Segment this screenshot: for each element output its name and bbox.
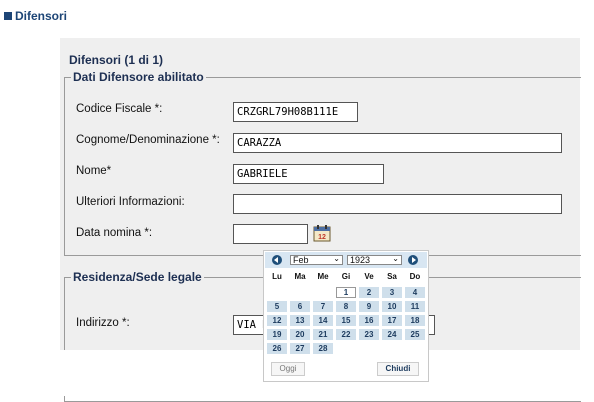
weekday-header: Lu	[272, 272, 282, 281]
calendar-icon-text: 12	[318, 234, 326, 241]
calendar-day[interactable]: 12	[267, 315, 287, 326]
calendar-day[interactable]: 10	[382, 301, 402, 312]
calendar-day[interactable]: 21	[313, 329, 333, 340]
weekday-header: Ma	[294, 272, 306, 281]
calendar-day[interactable]: 23	[359, 329, 379, 340]
tab-square-icon	[4, 12, 12, 20]
year-select-value: 1923	[350, 255, 371, 265]
calendar-day[interactable]: 8	[336, 301, 356, 312]
weekday-header: Sa	[387, 272, 397, 281]
today-button[interactable]: Oggi	[271, 362, 305, 376]
prev-month-icon[interactable]	[272, 255, 282, 265]
calendar-day[interactable]: 6	[290, 301, 310, 312]
chevron-down-icon: ⌄	[333, 254, 340, 263]
cognome-input[interactable]: CARAZZA	[233, 133, 562, 153]
ulteriori-input[interactable]	[233, 194, 562, 214]
indirizzo-label: Indirizzo *:	[76, 317, 130, 329]
chevron-down-icon: ⌄	[392, 254, 399, 263]
calendar-day[interactable]: 1	[336, 287, 356, 298]
next-month-icon[interactable]	[408, 255, 418, 265]
data-nomina-label: Data nomina *:	[76, 227, 153, 239]
calendar-icon[interactable]: 12	[313, 224, 331, 242]
close-button[interactable]: Chiudi	[377, 362, 419, 376]
calendar-day[interactable]: 22	[336, 329, 356, 340]
calendar-day[interactable]: 15	[336, 315, 356, 326]
month-select-value: Feb	[293, 255, 309, 265]
tab-difensori[interactable]: Difensori	[4, 9, 67, 23]
calendar-day[interactable]: 17	[382, 315, 402, 326]
calendar-day[interactable]: 20	[290, 329, 310, 340]
nome-input[interactable]: GABRIELE	[233, 164, 384, 184]
calendar-day[interactable]: 25	[405, 329, 425, 340]
month-select[interactable]: Feb ⌄	[290, 255, 343, 265]
calendar-day[interactable]: 13	[290, 315, 310, 326]
calendar-day[interactable]: 28	[313, 343, 333, 354]
date-picker-footer: Oggi Chiudi	[265, 358, 427, 380]
nome-label: Nome*	[76, 165, 112, 177]
date-picker-popup: Feb ⌄ 1923 ⌄ Lu Ma Me Gi Ve Sa Do 1 2 3 4 5 6 7 8 9 10 11 12…	[263, 250, 429, 382]
panel-title: Difensori (1 di 1)	[69, 53, 164, 67]
weekday-header: Gi	[341, 272, 351, 281]
cognome-label: Cognome/Denominazione *:	[76, 134, 220, 146]
calendar-day[interactable]: 11	[405, 301, 425, 312]
calendar-day[interactable]: 4	[405, 287, 425, 298]
calendar-day[interactable]: 26	[267, 343, 287, 354]
codice-fiscale-label: Codice Fiscale *:	[76, 103, 163, 115]
calendar-day[interactable]: 27	[290, 343, 310, 354]
calendar-day[interactable]: 7	[313, 301, 333, 312]
residenza-legend: Residenza/Sede legale	[73, 270, 202, 284]
calendar-day[interactable]: 14	[313, 315, 333, 326]
ulteriori-label: Ulteriori Informazioni:	[76, 196, 185, 208]
weekday-header: Do	[409, 272, 421, 281]
codice-fiscale-input[interactable]: CRZGRL79H08B111E	[233, 102, 358, 122]
tab-difensori-label: Difensori	[15, 9, 68, 23]
calendar-day[interactable]: 3	[382, 287, 402, 298]
calendar-day[interactable]: 16	[359, 315, 379, 326]
date-picker-header: Feb ⌄ 1923 ⌄	[265, 252, 427, 268]
year-select[interactable]: 1923 ⌄	[347, 255, 402, 265]
calendar-day[interactable]: 19	[267, 329, 287, 340]
dati-difensore-legend: Dati Difensore abilitato	[73, 70, 204, 84]
calendar-day[interactable]: 9	[359, 301, 379, 312]
calendar-day[interactable]: 24	[382, 329, 402, 340]
calendar-day[interactable]: 5	[267, 301, 287, 312]
data-nomina-input[interactable]	[233, 224, 308, 244]
calendar-day[interactable]: 18	[405, 315, 425, 326]
weekday-header: Me	[317, 272, 329, 281]
calendar-day[interactable]: 2	[359, 287, 379, 298]
weekday-header: Ve	[364, 272, 374, 281]
